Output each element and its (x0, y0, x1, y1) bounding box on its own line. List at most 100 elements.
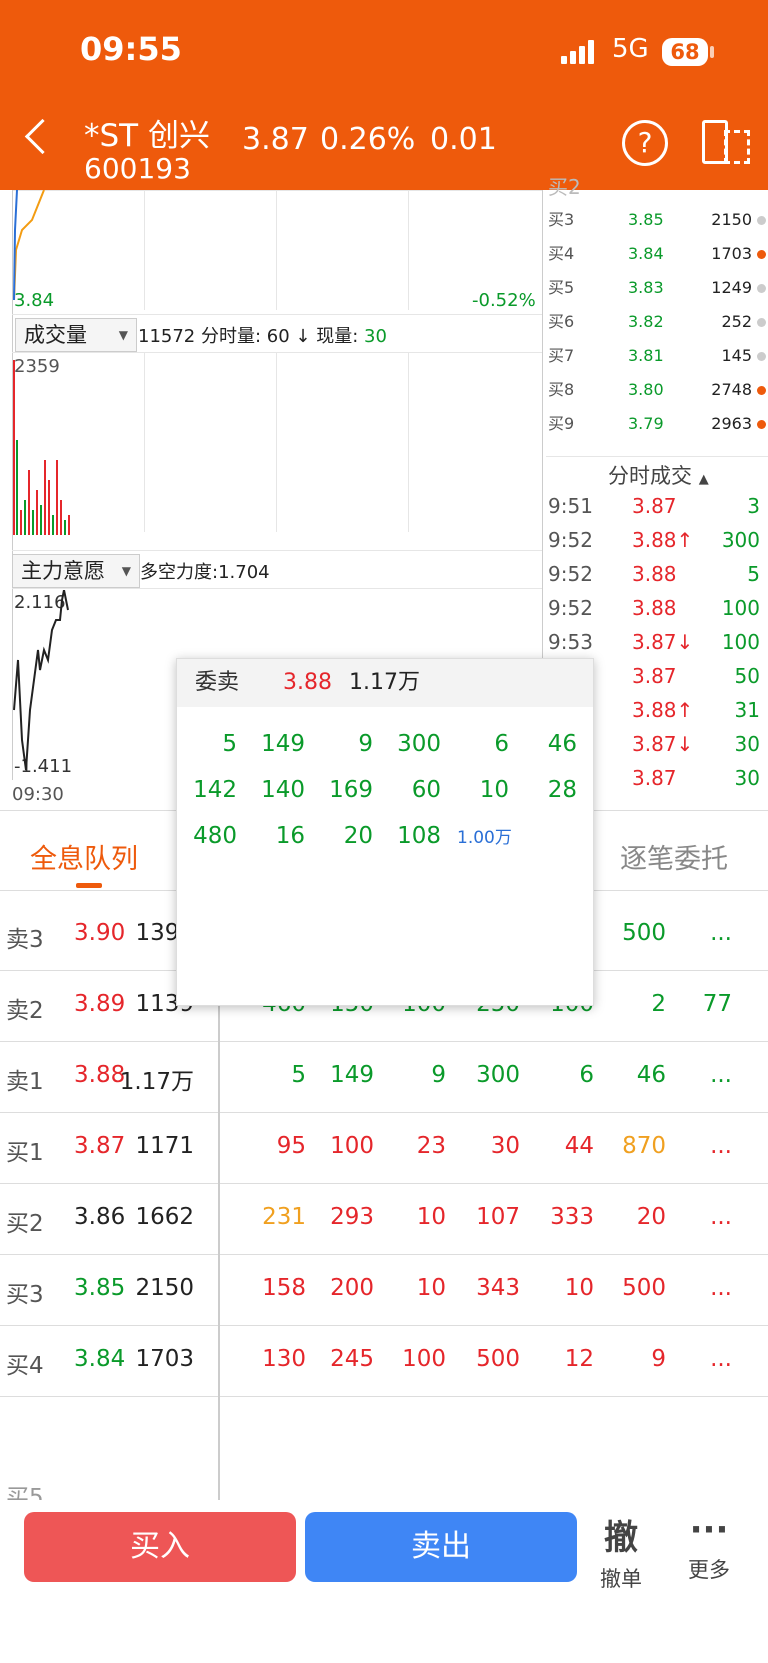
queue-cell: 245 (330, 1346, 374, 1372)
tab-order-by-order[interactable]: 逐笔委托 (620, 837, 728, 876)
tick-price: 3.87 (632, 494, 677, 518)
queue-volume: 1171 (135, 1133, 194, 1159)
tick-row: 9:52 3.88↑ 300 (546, 522, 766, 558)
order-row[interactable]: 买6 3.82 252 (546, 304, 768, 339)
footer-bar: 买入 卖出 撤 撤单 ··· 更多 (0, 1500, 768, 1663)
queue-price: 3.86 (74, 1204, 126, 1230)
order-row[interactable]: 买9 3.79 2963 (546, 406, 768, 441)
ticks-title[interactable]: 分时成交 ▲ (608, 460, 709, 490)
popup-cell: 60 (411, 777, 441, 803)
popup-cell: 149 (261, 731, 305, 757)
order-price: 3.79 (628, 414, 664, 433)
tick-volume: 50 (734, 664, 760, 688)
queue-price: 3.89 (74, 991, 126, 1017)
tick-volume: 3 (747, 494, 760, 518)
sell-queue-popup[interactable]: 委卖 3.88 1.17万 5 149 9 300 6 46 142 140 169 60 10 28… (176, 658, 594, 1006)
queue-cell: 10 (564, 1275, 594, 1301)
cancel-label: 撤单 (600, 1567, 642, 1591)
battery-icon: 68 (662, 38, 708, 66)
switch-layout-icon[interactable] (702, 120, 750, 164)
queue-price: 3.85 (74, 1275, 126, 1301)
popup-cell: 6 (494, 731, 509, 757)
queue-cell: 343 (476, 1275, 520, 1301)
tick-row: 9:52 3.88 5 (546, 556, 766, 592)
popup-cell: 20 (343, 823, 373, 849)
indicator-info: 多空力度:1.704 (140, 562, 270, 583)
tick-row: 9:53 3.87↓ 100 (546, 624, 766, 660)
volume-info: 11572 分时量: 60 ↓ 现量: 30 (138, 326, 387, 347)
queue-row[interactable]: 买3 3.85 2150 158 200 10 343 10 500... (0, 1255, 768, 1326)
order-row[interactable]: 买5 3.83 1249 (546, 270, 768, 305)
tick-time: 9:52 (548, 528, 593, 552)
queue-volume: 1662 (135, 1204, 194, 1230)
order-dot-icon (757, 420, 766, 429)
tick-row: 9:51 3.87 3 (546, 488, 766, 524)
queue-row-partial: 买5 (6, 1485, 44, 1500)
queue-cell: ... (710, 1204, 732, 1230)
tick-price: 3.88↑ (632, 528, 694, 552)
price-line (13, 190, 45, 300)
order-dot-icon (757, 352, 766, 361)
queue-level: 买1 (6, 1140, 44, 1166)
order-volume: 2963 (711, 414, 752, 433)
order-price: 3.80 (628, 380, 664, 399)
popup-cell: 16 (275, 823, 305, 849)
order-row[interactable]: 买8 3.80 2748 (546, 372, 768, 407)
queue-price: 3.87 (74, 1133, 126, 1159)
order-row[interactable]: 买3 3.85 2150 (546, 202, 768, 237)
tick-price: 3.87 (632, 664, 677, 688)
queue-row[interactable]: 买1 3.87 1171 95 100 23 30 44 870... (0, 1113, 768, 1184)
order-row-bid2-partial: 买2 (548, 175, 581, 199)
buy-button[interactable]: 买入 (24, 1512, 296, 1582)
order-row[interactable]: 买7 3.81 145 (546, 338, 768, 373)
queue-row[interactable]: 卖1 3.88 1.17万 5 149 9 300 6 46... (0, 1042, 768, 1113)
volume-bars (13, 360, 70, 535)
order-level: 买6 (548, 312, 575, 331)
queue-cell: 9 (651, 1346, 666, 1372)
signal-icon (561, 40, 601, 64)
queue-level: 卖3 (6, 927, 44, 953)
status-time: 09:55 (80, 30, 182, 68)
queue-price: 3.84 (74, 1346, 126, 1372)
queue-cell: 149 (330, 1062, 374, 1088)
queue-volume: 1703 (135, 1346, 194, 1372)
indicator-line (13, 590, 69, 771)
queue-cell: ... (710, 1275, 732, 1301)
queue-cell: 9 (431, 1062, 446, 1088)
queue-row[interactable]: 买2 3.86 1662 231 293 10 107 333 20... (0, 1184, 768, 1255)
order-row[interactable]: 买4 3.84 1703 (546, 236, 768, 271)
tick-time: 9:52 (548, 596, 593, 620)
popup-cell: 9 (358, 731, 373, 757)
queue-cell: 30 (490, 1133, 520, 1159)
pct-low-label: -0.52% (472, 290, 536, 311)
queue-cell: 5 (291, 1062, 306, 1088)
tick-price: 3.87↓ (632, 630, 694, 654)
tab-full-queue[interactable]: 全息队列 (30, 837, 138, 876)
popup-cell: 108 (397, 823, 441, 849)
queue-cell: 23 (416, 1133, 446, 1159)
back-icon[interactable] (24, 118, 61, 155)
queue-level: 卖2 (6, 998, 44, 1024)
sell-button[interactable]: 卖出 (305, 1512, 577, 1582)
order-level: 买4 (548, 244, 575, 263)
queue-level: 卖1 (6, 1069, 44, 1095)
popup-header: 委卖 3.88 1.17万 (177, 659, 593, 707)
more-button[interactable]: ··· 更多 (684, 1510, 734, 1584)
cancel-order-button[interactable]: 撤 撤单 (596, 1510, 646, 1593)
indicator-selector[interactable]: 主力意愿 ▼ (12, 554, 140, 588)
queue-row[interactable]: 买4 3.84 1703 130 245 100 500 12 9... (0, 1326, 768, 1397)
help-icon[interactable]: ? (622, 120, 668, 166)
time-start-label: 09:30 (12, 784, 64, 805)
order-volume: 2748 (711, 380, 752, 399)
tick-volume: 5 (747, 562, 760, 586)
queue-cell: 200 (330, 1275, 374, 1301)
queue-cell: 107 (476, 1204, 520, 1230)
order-dot-icon (757, 216, 766, 225)
order-volume: 252 (721, 312, 752, 331)
queue-cell: 10 (416, 1275, 446, 1301)
volume-selector[interactable]: 成交量 ▼ (15, 318, 137, 352)
cancel-icon: 撤 (604, 1518, 638, 1558)
order-volume: 1703 (711, 244, 752, 263)
queue-cell: ... (710, 1062, 732, 1088)
stock-change: 0.01 (430, 122, 497, 157)
